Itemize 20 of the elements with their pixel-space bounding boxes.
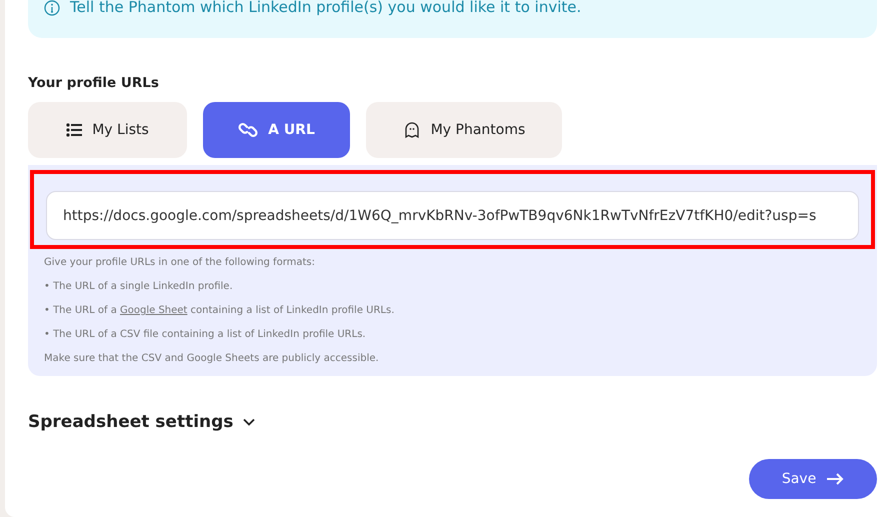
help-text: • The URL of a Google Sheet containing a list of LinkedIn profile URLs. [44, 304, 396, 318]
section-title: Spreadsheet settings [28, 412, 234, 432]
arrow-icon [826, 473, 844, 485]
info-text: Tell the Phantom which LinkedIn profile(s) you would like it to invite. [70, 0, 582, 16]
google-sheet-link[interactable]: Google Sheet [120, 305, 188, 316]
chevron-icon[interactable] [243, 418, 256, 426]
help-text: Give your profile URLs in one of the following formats: [44, 256, 316, 270]
source-tab[interactable]: My Phantoms [366, 102, 562, 158]
help-text: • The URL of a CSV file containing a list of LinkedIn profile URLs. [44, 328, 367, 342]
ghost-icon [402, 121, 421, 139]
link-icon [238, 122, 258, 138]
save-button[interactable]: Save [749, 459, 877, 499]
help-text: • The URL of a single LinkedIn profile. [44, 280, 234, 294]
source-tab[interactable]: My Lists [28, 102, 187, 158]
source-tab[interactable]: A URL [203, 102, 350, 158]
help-text: Make sure that the CSV and Google Sheets are publicly accessible. [44, 352, 380, 366]
list-icon [66, 123, 82, 137]
section-label: Your profile URLs [28, 75, 160, 91]
url-field[interactable]: https://docs.google.com/spreadsheets/d/1W6Q_mrvKbRNv-3ofPwTB9qv6Nk1RwTvNfrEzV7tfKH0/edit?usp=s [46, 191, 859, 240]
info-icon [44, 0, 60, 16]
